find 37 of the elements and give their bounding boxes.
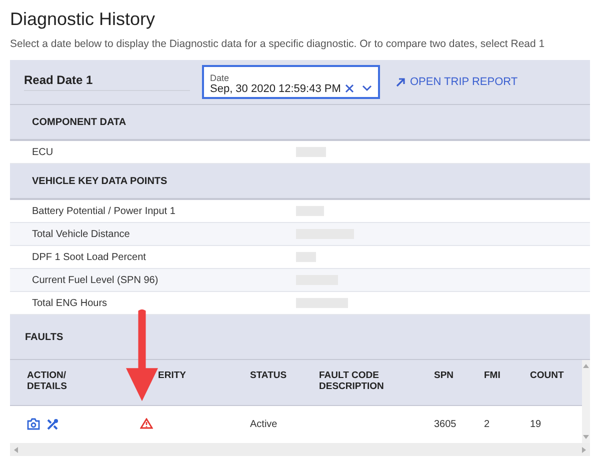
open-trip-report-link[interactable]: OPEN TRIP REPORT [396,76,518,88]
column-header: STATUS [250,370,287,381]
warning-icon [140,418,153,428]
arrow-up-right-icon [396,78,405,86]
tools-icon[interactable] [46,418,59,431]
table-cell: 19 [530,419,542,430]
instructions-text: Select a date below to display the Diagnostic data for a specific diagnostic. Or to compare two dates, select Read 1 [10,38,545,50]
chevron-down-icon[interactable] [362,85,372,92]
data-label: Current Fuel Level (SPN 96) [32,274,160,286]
date-field[interactable]: Date Sep, 30 2020 12:59:43 PM [202,65,380,99]
scroll-left-icon[interactable] [14,446,18,452]
column-header: FAULT CODE DESCRIPTION [319,370,384,392]
table-cell: 3605 [434,419,456,430]
column-header: ERITY [158,370,186,381]
scroll-down-icon[interactable] [583,435,589,439]
scroll-right-icon[interactable] [582,446,586,452]
section-title: FAULTS [25,332,64,342]
vertical-scrollbar[interactable] [582,360,590,443]
section-title: VEHICLE KEY DATA POINTS [32,176,168,186]
read-date-label: Read Date 1 [24,73,190,91]
column-header: COUNT [530,370,564,381]
data-label: DPF 1 Soot Load Percent [32,252,147,262]
column-header: ACTION/ DETAILS [27,370,67,392]
horizontal-scrollbar[interactable] [10,443,590,456]
column-header: FMI [484,370,500,381]
page-title: Diagnostic History [10,9,156,30]
data-label: Total ENG Hours [32,298,108,308]
camera-icon[interactable] [27,418,40,430]
data-label: Battery Potential / Power Input 1 [32,206,176,216]
section-title: COMPONENT DATA [32,116,126,128]
clear-icon[interactable] [345,84,354,93]
data-label: Total Vehicle Distance [32,228,131,240]
data-label: ECU [32,146,54,158]
column-header: SPN [434,370,454,381]
scroll-up-icon[interactable] [583,364,589,368]
table-cell: 2 [484,419,490,430]
table-cell: Active [250,419,278,430]
